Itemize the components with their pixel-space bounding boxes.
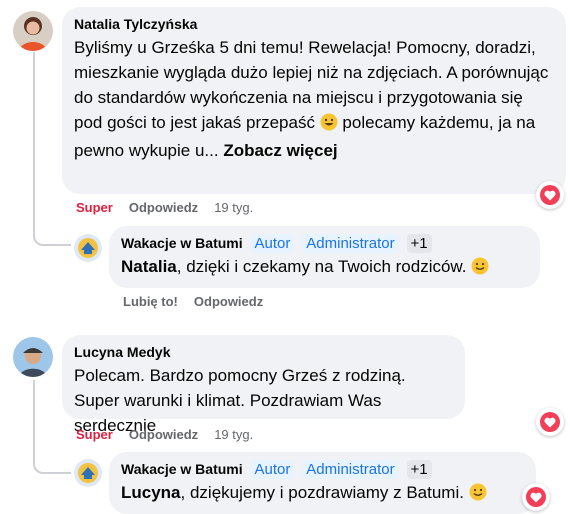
reaction-heart[interactable]	[536, 181, 564, 209]
comment-actions: Super Odpowiedz 19 tyg.	[76, 200, 253, 215]
reply-actions: Lubię to! Odpowiedz	[123, 294, 263, 309]
avatar[interactable]	[13, 11, 53, 51]
avatar[interactable]	[72, 232, 104, 264]
reply-bubble: Wakacje w Batumi Autor Administrator +1 …	[109, 452, 536, 514]
avatar-natalia-image	[13, 11, 53, 51]
avatar-wakacje-image	[72, 232, 104, 264]
timestamp[interactable]: 19 tyg.	[214, 200, 253, 215]
more-badges[interactable]: +1	[406, 234, 432, 253]
author-badge: Autor	[250, 234, 295, 253]
reply-author[interactable]: Wakacje w Batumi	[121, 235, 243, 251]
comment-author[interactable]: Natalia Tylczyńska	[74, 16, 554, 32]
reaction-heart[interactable]	[522, 483, 550, 511]
author-badge: Autor	[250, 460, 295, 479]
grinning-face-icon	[320, 113, 338, 138]
comment-bubble: Lucyna Medyk Polecam. Bardzo pomocny Grz…	[62, 335, 465, 435]
reaction-button[interactable]: Super	[76, 427, 113, 442]
heart-icon	[540, 185, 560, 205]
comment-bubble: Natalia Tylczyńska Byliśmy u Grześka 5 d…	[62, 7, 566, 194]
heart-icon	[526, 487, 546, 507]
admin-badge: Administrator	[302, 234, 399, 253]
reply-bubble: Wakacje w Batumi Autor Administrator +1 …	[109, 226, 540, 288]
avatar-lucyna-image	[13, 337, 53, 377]
smiling-face-icon	[469, 483, 487, 508]
avatar[interactable]	[13, 337, 53, 377]
reaction-button[interactable]: Super	[76, 200, 113, 215]
see-more-link[interactable]: Zobacz więcej	[223, 141, 337, 160]
smiling-face-icon	[471, 257, 489, 282]
avatar-wakacje-image	[72, 457, 104, 489]
reply-button[interactable]: Odpowiedz	[129, 200, 198, 215]
like-button[interactable]: Lubię to!	[123, 294, 178, 309]
heart-icon	[540, 412, 560, 432]
reply-text: Lucyna, dziękujemy i pozdrawiamy z Batum…	[121, 480, 524, 508]
reply-author[interactable]: Wakacje w Batumi	[121, 461, 243, 477]
reply-button[interactable]: Odpowiedz	[194, 294, 263, 309]
timestamp[interactable]: 19 tyg.	[214, 427, 253, 442]
reply-button[interactable]: Odpowiedz	[129, 427, 198, 442]
comment-author[interactable]: Lucyna Medyk	[74, 344, 453, 360]
mention-link[interactable]: Natalia	[121, 257, 177, 276]
avatar[interactable]	[72, 457, 104, 489]
reaction-heart[interactable]	[536, 408, 564, 436]
reply-text: Natalia, dzięki i czekamy na Twoich rodz…	[121, 254, 528, 282]
admin-badge: Administrator	[302, 460, 399, 479]
reply-author-row: Wakacje w Batumi Autor Administrator +1	[121, 460, 524, 479]
comment-text: Byliśmy u Grześka 5 dni temu! Rewelacja!…	[74, 38, 549, 160]
comment-actions: Super Odpowiedz 19 tyg.	[76, 427, 253, 442]
more-badges[interactable]: +1	[406, 460, 432, 479]
mention-link[interactable]: Lucyna	[121, 483, 181, 502]
reply-author-row: Wakacje w Batumi Autor Administrator +1	[121, 234, 528, 253]
